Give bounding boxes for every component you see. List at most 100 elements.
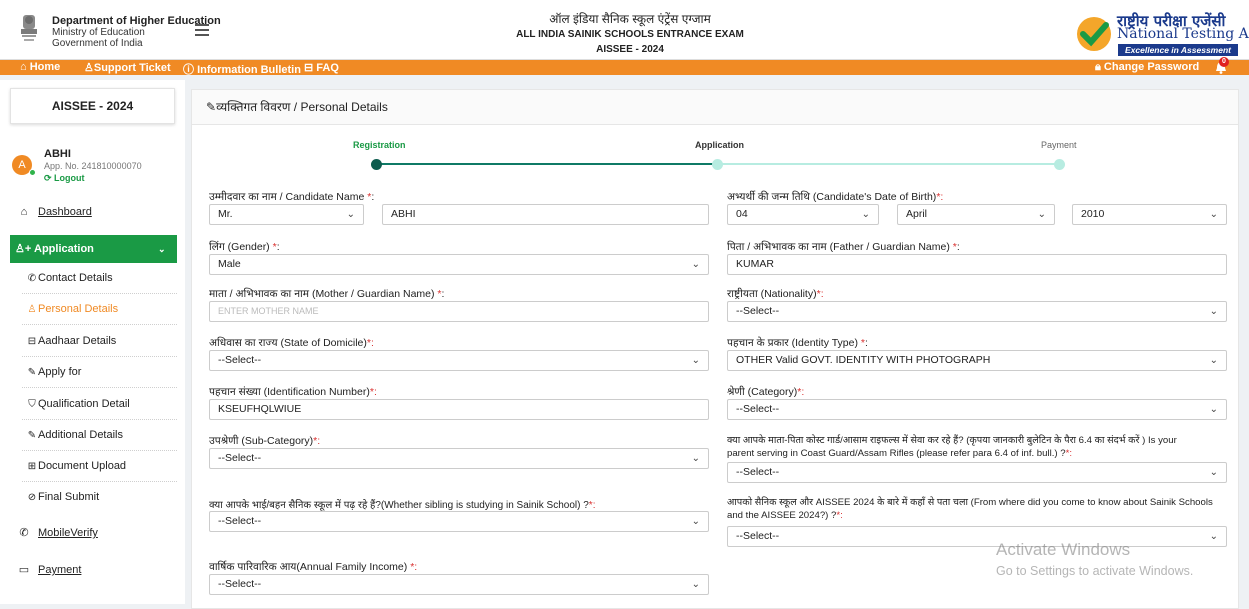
chevron-down-icon: ⌄	[1209, 306, 1218, 317]
chevron-down-icon: ⌄	[1209, 404, 1218, 415]
chevron-down-icon: ⌄	[1037, 209, 1046, 220]
info-icon: ⓘ	[183, 64, 198, 76]
upload-icon: ⊞	[27, 461, 37, 472]
logout-link[interactable]: ⟳ Logout	[44, 172, 142, 184]
income-label: वार्षिक पारिवारिक आय(Annual Family Incom…	[209, 561, 418, 573]
step-application-label: Application	[695, 140, 744, 150]
logout-icon: ⟳	[44, 173, 55, 183]
person-icon: ♙	[27, 304, 37, 315]
sidebar-subitem-contact-details[interactable]: ✆ Contact Details	[22, 263, 177, 294]
source-label-line2: and the AISSEE 2024?) ?*:	[727, 510, 843, 521]
candidate-name-input[interactable]: ABHI	[382, 204, 709, 225]
application-number: App. No. 241810000070	[44, 161, 142, 171]
sidebar-subitem-apply-for[interactable]: ✎ Apply for	[22, 357, 177, 388]
salutation-select[interactable]: Mr. ⌄	[209, 204, 364, 225]
step-payment-label: Payment	[1041, 140, 1077, 150]
id-number-label: पहचान संख्या (Identification Number)*:	[209, 386, 377, 398]
exam-year-title: AISSEE - 2024	[596, 44, 664, 55]
phone-icon: ✆	[19, 527, 29, 539]
id-number-input[interactable]: KSEUFHQLWIUE	[209, 399, 709, 420]
domicile-select[interactable]: --Select-- ⌄	[209, 350, 709, 371]
credit-card-icon: ▭	[18, 564, 30, 576]
dob-day-select[interactable]: 04 ⌄	[727, 204, 879, 225]
identity-type-select[interactable]: OTHER Valid GOVT. IDENTITY WITH PHOTOGRA…	[727, 350, 1227, 371]
user-name: ABHI	[44, 148, 71, 160]
nav-faq[interactable]: ⊟ FAQ	[304, 61, 339, 74]
phone-icon: ✆	[27, 273, 37, 284]
step-application-dot	[712, 159, 723, 170]
page-title: व्यक्तिगत विवरण / Personal Details	[216, 100, 388, 114]
category-select[interactable]: --Select-- ⌄	[727, 399, 1227, 420]
top-header: Department of Higher Education Ministry …	[0, 0, 1249, 60]
sidebar-subitem-final-submit[interactable]: ⊘ Final Submit	[22, 482, 177, 513]
panel-header: ✎व्यक्तिगत विवरण / Personal Details	[192, 90, 1238, 125]
home-icon: ⌂	[20, 206, 28, 218]
coast-guard-select[interactable]: --Select-- ⌄	[727, 462, 1227, 483]
source-select[interactable]: --Select-- ⌄	[727, 526, 1227, 547]
chevron-down-icon: ⌄	[158, 244, 166, 254]
coast-guard-label-line1: क्या आपके माता-पिता कोस्ट गार्ड/आसाम राइ…	[727, 435, 1177, 446]
national-emblem-icon	[21, 15, 37, 41]
person-icon: ♙	[84, 62, 94, 74]
dob-label: अभ्यर्थी की जन्म तिथि (Candidate's Date …	[727, 191, 944, 203]
income-select[interactable]: --Select-- ⌄	[209, 574, 709, 595]
edit-icon: ✎	[206, 100, 217, 114]
exam-title-block: ऑल इंडिया सैनिक स्कूल एंट्रेंस एग्जाम AL…	[420, 12, 840, 57]
nta-check-icon	[1077, 17, 1111, 51]
mother-name-input[interactable]: ENTER MOTHER NAME	[209, 301, 709, 322]
card-icon: ⊟	[27, 336, 37, 347]
top-nav-bar: ⌂ Home ♙Support Ticket ⓘ Information Bul…	[0, 60, 1249, 77]
chevron-down-icon: ⌄	[691, 259, 700, 270]
step-registration-dot	[371, 159, 382, 170]
nta-name-english: National Testing Agency	[1117, 26, 1249, 42]
sidebar-item-dashboard[interactable]: ⌂ Dashboard	[10, 199, 175, 225]
sidebar-item-mobile-verify[interactable]: ✆ MobileVerify	[10, 520, 175, 546]
nationality-select[interactable]: --Select-- ⌄	[727, 301, 1227, 322]
sidebar-subitem-document-upload[interactable]: ⊞ Document Upload	[22, 451, 177, 482]
sidebar-item-payment[interactable]: ▭ Payment	[10, 557, 175, 583]
sidebar: AISSEE - 2024 A ABHI App. No. 2418100000…	[0, 80, 185, 604]
home-icon: ⌂	[20, 61, 30, 73]
nta-logo: राष्ट्रीय परीक्षा एजेंसी National Testin…	[1075, 11, 1249, 56]
chevron-down-icon: ⌄	[346, 209, 355, 220]
sidebar-subitem-personal-details[interactable]: ♙ Personal Details	[22, 294, 177, 325]
chevron-down-icon: ⌄	[1209, 467, 1218, 478]
coast-guard-label-line2: parent serving in Coast Guard/Assam Rifl…	[727, 448, 1073, 459]
nav-information-bulletin[interactable]: ⓘ Information Bulletin	[183, 61, 301, 77]
user-info: ABHI App. No. 241810000070 ⟳ Logout	[44, 148, 142, 184]
chevron-down-icon: ⌄	[691, 579, 700, 590]
nav-home[interactable]: ⌂ Home	[20, 61, 60, 73]
chevron-down-icon: ⌄	[691, 355, 700, 366]
dob-month-select[interactable]: April ⌄	[897, 204, 1055, 225]
source-label-line1: आपको सैनिक स्कूल और AISSEE 2024 के बारे …	[727, 497, 1213, 508]
chevron-down-icon: ⌄	[861, 209, 870, 220]
category-label: श्रेणी (Category)*:	[727, 386, 805, 398]
exam-title-hindi: ऑल इंडिया सैनिक स्कूल एंट्रेंस एग्जाम	[549, 12, 711, 26]
pen-icon: ✎	[27, 367, 37, 378]
nav-change-password[interactable]: 🔒︎ Change Password	[1095, 61, 1199, 74]
sidebar-subitem-qualification-detail[interactable]: ⛉ Qualification Detail	[22, 389, 177, 420]
sibling-select[interactable]: --Select-- ⌄	[209, 511, 709, 532]
online-status-dot	[29, 169, 36, 176]
chevron-down-icon: ⌄	[1209, 209, 1218, 220]
menu-toggle-icon[interactable]	[195, 24, 209, 36]
step-payment-dot	[1054, 159, 1065, 170]
pen-icon: ✎	[27, 430, 37, 441]
check-circle-icon: ⊘	[27, 492, 37, 503]
gender-select[interactable]: Male ⌄	[209, 254, 709, 275]
identity-type-label: पहचान के प्रकार (Identity Type) *:	[727, 337, 868, 349]
domicile-label: अधिवास का राज्य (State of Domicile)*:	[209, 337, 374, 349]
lock-icon: 🔒︎	[1095, 61, 1104, 73]
subcategory-select[interactable]: --Select-- ⌄	[209, 448, 709, 469]
subcategory-label: उपश्रेणी (Sub-Category)*:	[209, 435, 321, 447]
sidebar-subitem-additional-details[interactable]: ✎ Additional Details	[22, 420, 177, 451]
sidebar-subitem-aadhaar-details[interactable]: ⊟ Aadhaar Details	[22, 326, 177, 357]
sidebar-item-application[interactable]: ♙+ Application ⌄	[10, 235, 177, 263]
dob-year-select[interactable]: 2010 ⌄	[1072, 204, 1227, 225]
father-name-input[interactable]: KUMAR	[727, 254, 1227, 275]
chevron-down-icon: ⌄	[1209, 531, 1218, 542]
government-name: Government of India	[52, 38, 143, 49]
nav-support-ticket[interactable]: ♙Support Ticket	[84, 61, 171, 74]
step-progress-line	[379, 163, 717, 165]
exam-title-english: ALL INDIA SAINIK SCHOOLS ENTRANCE EXAM	[516, 29, 744, 40]
